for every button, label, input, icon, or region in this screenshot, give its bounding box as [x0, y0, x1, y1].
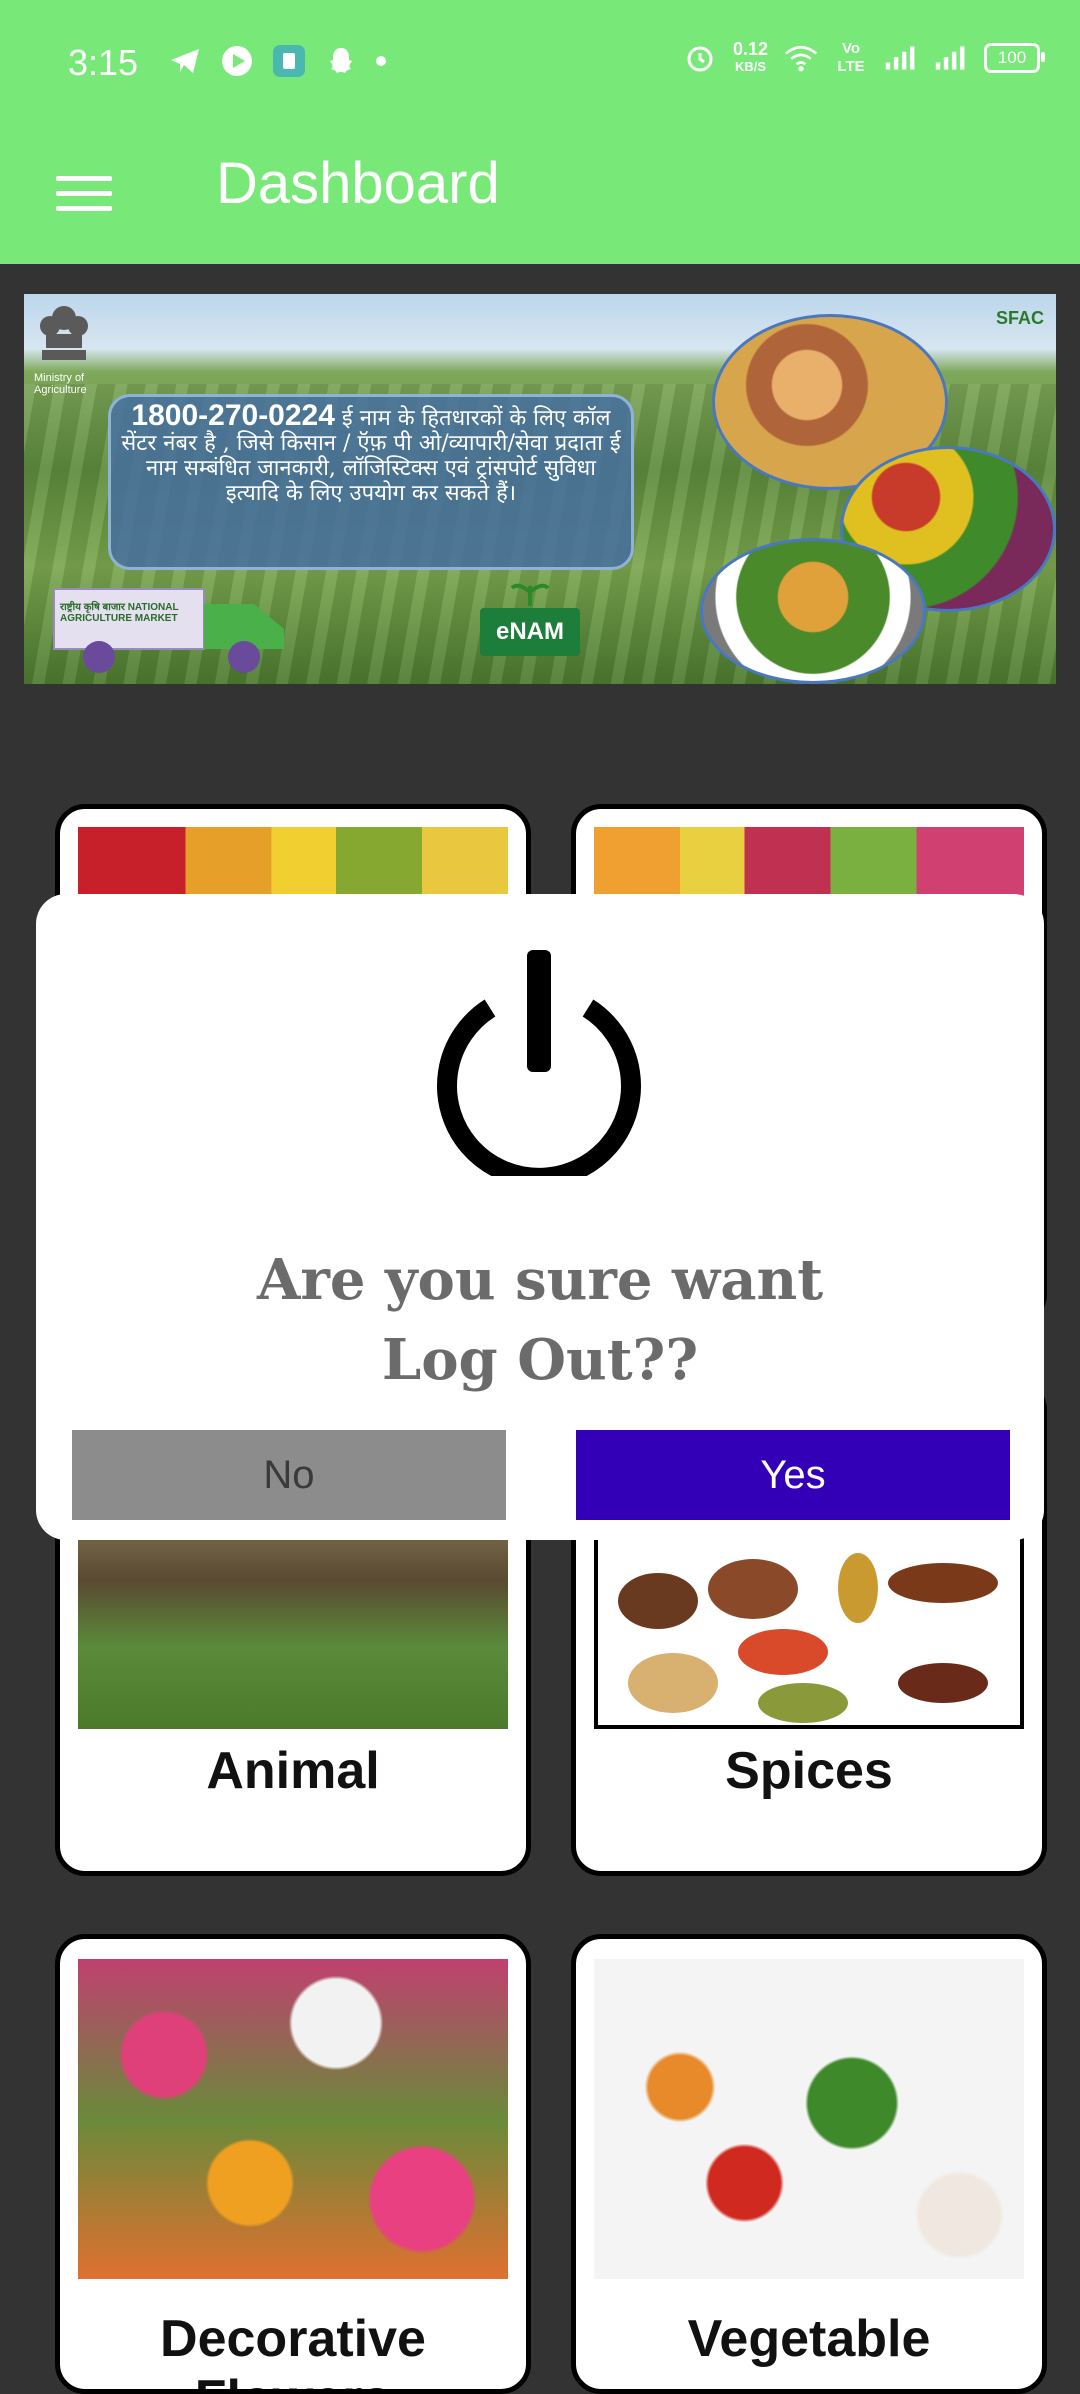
app-store-icon	[272, 44, 306, 78]
logout-message-line1: Are you sure want	[256, 1247, 824, 1313]
system-icons: 0.12 KB/S Vo LTE 100	[683, 40, 1045, 76]
logout-message-line2: Log Out??	[381, 1327, 699, 1393]
network-speed: 0.12 KB/S	[733, 40, 768, 76]
telegram-icon	[168, 44, 202, 78]
battery-icon: 100	[984, 43, 1045, 73]
category-label: Spices	[725, 1742, 893, 1800]
menu-icon[interactable]	[56, 166, 112, 222]
no-button[interactable]: No	[72, 1430, 506, 1520]
truck-illustration: राष्ट्रीय कृषि बाजार NATIONAL AGRICULTUR…	[44, 579, 294, 679]
call-center-number: 1800-270-0224	[131, 399, 335, 432]
category-label: Animal	[206, 1742, 380, 1800]
emblem-caption: Ministry of Agriculture	[34, 372, 87, 396]
enam-label: eNAM	[480, 608, 580, 656]
volte-indicator: Vo LTE	[837, 40, 865, 75]
alarm-icon	[683, 41, 717, 75]
category-card-decorative-flowers[interactable]: Decorative Flowers	[55, 1934, 531, 2394]
category-image	[78, 1959, 508, 2279]
category-card-vegetable[interactable]: Vegetable	[571, 1934, 1047, 2394]
enam-banner[interactable]: Ministry of Agriculture 1800-270-0224 ई …	[24, 294, 1056, 684]
page-title: Dashboard	[216, 151, 500, 216]
category-image	[594, 1959, 1024, 2279]
signal-icon-1	[884, 41, 918, 75]
category-label: Decorative Flowers	[160, 2310, 426, 2389]
status-bar: 3:15 0.12 KB/S Vo LTE 100	[0, 0, 1080, 130]
status-time: 3:15	[68, 42, 139, 83]
network-speed-value: 0.12	[732, 39, 768, 59]
signal-icon-2	[934, 41, 968, 75]
power-icon	[430, 950, 648, 1188]
truck-produce-photo	[700, 538, 926, 684]
app-bar: Dashboard	[0, 130, 1080, 264]
more-notifications-icon	[376, 56, 386, 66]
youtube-icon	[220, 44, 254, 78]
national-emblem-icon	[38, 302, 90, 382]
yes-button[interactable]: Yes	[576, 1430, 1010, 1520]
logout-dialog: Are you sure want Log Out?? No Yes	[36, 894, 1044, 1540]
category-label: Vegetable	[687, 2310, 931, 2368]
enam-logo: eNAM	[480, 578, 590, 674]
notification-icons	[168, 44, 386, 78]
snapchat-icon	[324, 44, 358, 78]
logout-message: Are you sure want Log Out??	[36, 1240, 1044, 1400]
sfac-logo: SFAC	[995, 308, 1044, 328]
truck-label: राष्ट्रीय कृषि बाजार NATIONAL AGRICULTUR…	[60, 602, 179, 624]
wifi-icon	[784, 41, 818, 75]
call-center-info: 1800-270-0224 ई नाम के हितधारकों के लिए …	[108, 394, 634, 570]
network-speed-unit: KB/S	[734, 59, 766, 74]
